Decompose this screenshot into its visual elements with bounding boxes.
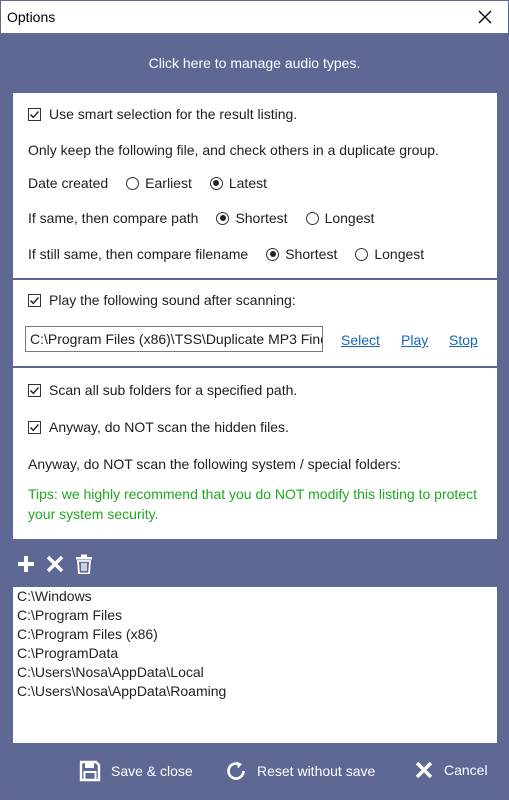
folder-list-toolbar (15, 553, 102, 575)
path-longest-radio[interactable]: Longest (305, 210, 375, 226)
cancel-button[interactable]: Cancel (414, 760, 488, 780)
trash-icon (76, 554, 92, 574)
reset-without-save-button[interactable]: Reset without save (225, 760, 375, 782)
scan-subfolders-checkbox[interactable]: Scan all sub folders for a specified pat… (28, 382, 297, 398)
check-icon (30, 110, 40, 118)
cancel-label: Cancel (444, 762, 488, 778)
list-item[interactable]: C:\Program Files (13, 606, 497, 625)
date-earliest-radio[interactable]: Earliest (126, 175, 192, 191)
excluded-folders-list[interactable]: C:\Windows C:\Program Files C:\Program F… (13, 587, 497, 743)
date-earliest-label: Earliest (145, 175, 192, 191)
system-folders-note: Anyway, do NOT scan the following system… (28, 456, 401, 472)
checkbox-checked[interactable] (28, 383, 41, 397)
path-longest-label: Longest (324, 210, 375, 226)
list-item[interactable]: C:\Program Files (x86) (13, 625, 497, 644)
filename-longest-label: Longest (374, 246, 425, 262)
add-folder-button[interactable] (15, 553, 37, 575)
remove-folder-button[interactable] (44, 553, 66, 575)
stop-sound-link[interactable]: Stop (449, 332, 478, 348)
scan-subfolders-label: Scan all sub folders for a specified pat… (49, 382, 298, 398)
smart-selection-checkbox[interactable]: Use smart selection for the result listi… (28, 106, 297, 122)
radio-button-selected[interactable] (209, 176, 223, 190)
compare-filename-row: If still same, then compare filename Sho… (28, 246, 424, 262)
smart-description: Only keep the following file, and check … (28, 142, 439, 158)
compare-filename-label: If still same, then compare filename (28, 246, 249, 262)
manage-audio-types-banner[interactable]: Click here to manage audio types. (1, 33, 508, 93)
filename-longest-radio[interactable]: Longest (355, 246, 424, 262)
checkbox-checked[interactable] (28, 420, 41, 434)
checkbox-checked[interactable] (28, 293, 41, 307)
dialog-footer: Save & close Reset without save Cancel (1, 753, 508, 793)
cancel-icon (415, 761, 433, 779)
radio-button[interactable] (355, 247, 369, 261)
check-icon (30, 296, 40, 304)
scan-options-panel: Scan all sub folders for a specified pat… (13, 368, 497, 539)
plus-icon (18, 556, 34, 572)
play-sound-link[interactable]: Play (401, 332, 428, 348)
reset-without-save-label: Reset without save (257, 763, 376, 779)
list-item[interactable]: C:\ProgramData (13, 644, 497, 663)
path-shortest-label: Shortest (235, 210, 288, 226)
compare-path-row: If same, then compare path Shortest Long… (28, 210, 374, 226)
radio-button-selected[interactable] (266, 247, 280, 261)
date-created-label: Date created (28, 175, 109, 191)
date-latest-label: Latest (228, 175, 267, 191)
radio-button[interactable] (126, 176, 140, 190)
smart-selection-panel: Use smart selection for the result listi… (13, 93, 497, 278)
close-button[interactable] (462, 1, 508, 33)
system-folders-text: Anyway, do NOT scan the following system… (28, 456, 401, 472)
radio-button[interactable] (305, 211, 319, 225)
window-title: Options (7, 9, 56, 25)
close-icon (478, 10, 492, 24)
date-latest-radio[interactable]: Latest (209, 175, 267, 191)
select-sound-link[interactable]: Select (341, 332, 380, 348)
sound-path-field[interactable]: C:\Program Files (x86)\TSS\Duplicate MP3… (25, 326, 323, 352)
check-icon (30, 386, 40, 394)
banner-text: Click here to manage audio types. (148, 55, 361, 71)
smart-description-text: Only keep the following file, and check … (28, 142, 439, 158)
play-sound-checkbox[interactable]: Play the following sound after scanning: (28, 292, 296, 308)
smart-selection-label: Use smart selection for the result listi… (49, 106, 298, 122)
save-close-label: Save & close (111, 763, 193, 779)
filename-shortest-label: Shortest (285, 246, 338, 262)
filename-shortest-radio[interactable]: Shortest (266, 246, 337, 262)
options-window: Options Click here to manage audio types… (0, 0, 509, 800)
compare-path-label: If same, then compare path (28, 210, 199, 226)
skip-hidden-checkbox[interactable]: Anyway, do NOT scan the hidden files. (28, 419, 289, 435)
play-sound-label: Play the following sound after scanning: (49, 292, 296, 308)
x-icon (46, 555, 64, 573)
path-shortest-radio[interactable]: Shortest (216, 210, 288, 226)
list-item[interactable]: C:\Windows (13, 587, 497, 606)
sound-panel: Play the following sound after scanning:… (13, 280, 497, 366)
radio-button-selected[interactable] (216, 211, 230, 225)
list-item[interactable]: C:\Users\Nosa\AppData\Roaming (13, 682, 497, 701)
security-tip: Tips: we highly recommend that you do NO… (28, 486, 477, 522)
reset-icon (227, 761, 245, 780)
delete-all-button[interactable] (73, 553, 95, 575)
save-close-button[interactable]: Save & close (79, 760, 193, 782)
save-icon (79, 760, 101, 782)
list-item[interactable]: C:\Users\Nosa\AppData\Local (13, 663, 497, 682)
skip-hidden-label: Anyway, do NOT scan the hidden files. (49, 419, 289, 435)
checkbox-checked[interactable] (28, 107, 41, 121)
date-created-row: Date created Earliest Latest (28, 175, 267, 191)
check-icon (30, 423, 40, 431)
title-bar: Options (1, 1, 508, 33)
